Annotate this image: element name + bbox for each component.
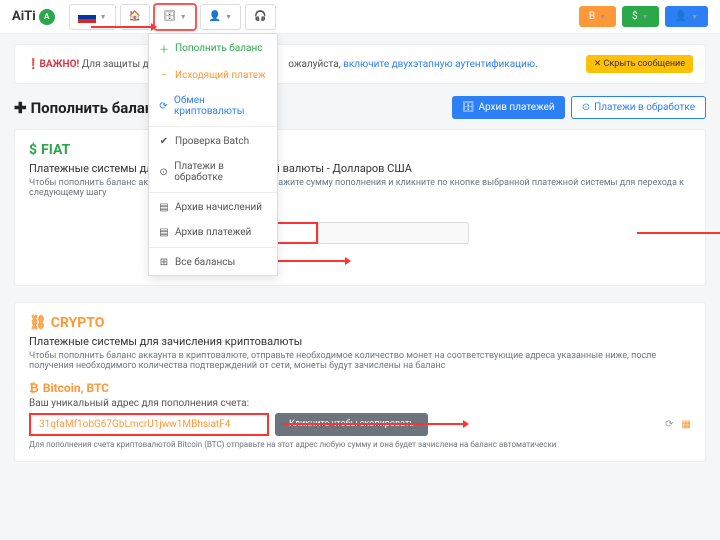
bitcoin-icon: ₿ — [29, 381, 39, 395]
btc-address[interactable]: 31qfaMf1obG67GbLmcrU1jww1MBhsiatF4 — [29, 413, 269, 436]
btc-title: ₿Bitcoin, BTC — [29, 381, 691, 395]
account-button[interactable]: 👤▼ — [665, 6, 708, 27]
menu-topup[interactable]: ＋Пополнить баланс — [149, 34, 277, 63]
btc-footnote: Для пополнения счета криптовалютой Bitco… — [29, 440, 691, 449]
finance-menu-button[interactable]: 🗄▼ — [154, 4, 196, 30]
logo: AiTiA — [12, 9, 55, 25]
fiat-title: $FIAT — [29, 142, 691, 158]
menu-archive-acc[interactable]: ▤Архив начислений — [149, 195, 277, 220]
finance-dropdown: ＋Пополнить баланс −Исходящий платеж ⟳Обм… — [148, 33, 278, 276]
menu-archive-pay[interactable]: ▤Архив платежей — [149, 220, 277, 245]
inprocess-button[interactable]: ⊙ Платежи в обработке — [571, 96, 706, 119]
amount-addon — [318, 222, 469, 244]
flag-ru-icon — [78, 11, 96, 23]
menu-allbal[interactable]: ⊞Все балансы — [149, 250, 277, 275]
alert-icon: ❗ — [27, 59, 39, 70]
usd-balance-button[interactable]: $▼ — [622, 6, 659, 27]
crypto-icon: ⛓ — [29, 315, 47, 331]
menu-exchange[interactable]: ⟳Обмен криптовалюты — [149, 88, 277, 124]
menu-checkbatch[interactable]: ✔Проверка Batch — [149, 129, 277, 154]
enable-2fa-link[interactable]: включите двухэтапную аутентификацию — [343, 59, 535, 70]
annotation-arrow — [283, 423, 463, 425]
security-alert: ❗ВАЖНО! Для защиты достуxxxxxxxxxxxxxxxx… — [14, 44, 706, 84]
qr-icon[interactable]: ▦ — [682, 419, 691, 430]
refresh-icon[interactable]: ⟳ — [665, 419, 673, 430]
hide-alert-button[interactable]: ✕ Скрыть сообщение — [586, 55, 693, 73]
btc-balance-button[interactable]: B▼ — [579, 6, 616, 27]
users-menu-button[interactable]: 👤▼ — [200, 4, 241, 30]
fiat-card: $FIAT Платежные системы длxxxxxxxxxxxxxx… — [14, 129, 706, 286]
annotation-arrow — [91, 26, 151, 28]
menu-outgoing[interactable]: −Исходящий платеж — [149, 63, 277, 88]
crypto-title: ⛓CRYPTO — [29, 315, 691, 331]
annotation-arrow — [637, 232, 720, 234]
archive-button[interactable]: 🗄 Архив платежей — [452, 96, 565, 119]
dollar-icon: $ — [29, 142, 37, 158]
menu-inproc[interactable]: ⊙Платежи в обработке — [149, 154, 277, 190]
page-title: ✚Пополнить баланс — [14, 99, 161, 117]
crypto-card: ⛓CRYPTO Платежные системы для зачисления… — [14, 302, 706, 462]
annotation-arrow — [275, 260, 345, 262]
support-button[interactable]: 🎧 — [245, 4, 275, 30]
